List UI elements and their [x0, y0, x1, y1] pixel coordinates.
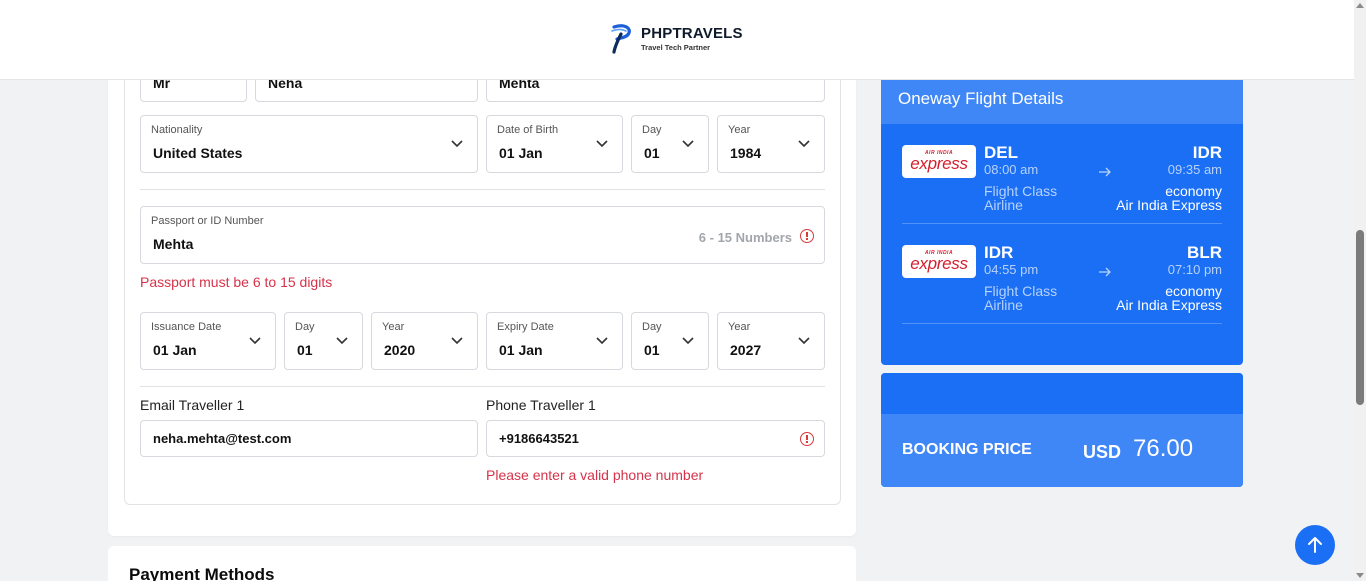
brand-name: PHPTRAVELS: [641, 25, 743, 43]
phone-label: Phone Traveller 1: [486, 397, 596, 413]
divider: [140, 386, 825, 387]
expiry-day-select[interactable]: Day 01: [631, 312, 709, 370]
airline-value: Air India Express: [1116, 297, 1222, 313]
brand-logo[interactable]: PHPTRAVELS Travel Tech Partner: [609, 23, 743, 55]
booking-price-card: BOOKING PRICE USD 76.00: [881, 373, 1243, 487]
site-header: PHPTRAVELS Travel Tech Partner: [0, 0, 1354, 80]
booking-price-row: BOOKING PRICE USD 76.00: [881, 414, 1243, 487]
email-label: Email Traveller 1: [140, 397, 245, 413]
chevron-down-icon: [596, 140, 608, 148]
chevron-down-icon: [798, 140, 810, 148]
issuance-year-label: Year: [382, 321, 405, 333]
dob-month-select[interactable]: Date of Birth 01 Jan: [486, 115, 623, 173]
expiry-day-value: 01: [644, 342, 660, 358]
brand-mark-icon: [611, 24, 631, 54]
to-time: 09:35 am: [1167, 162, 1222, 177]
dob-day-label: Day: [642, 124, 662, 136]
airline-logo-big: express: [910, 154, 968, 173]
dob-month-value: 01 Jan: [499, 145, 543, 161]
from-code: IDR: [984, 243, 1014, 262]
chevron-down-icon: [249, 337, 261, 345]
passport-hint: 6 - 15 Numbers: [698, 230, 792, 245]
dob-year-select[interactable]: Year 1984: [717, 115, 825, 173]
scroll-down-arrow-icon[interactable]: [1356, 573, 1364, 578]
issuance-day-value: 01: [297, 342, 313, 358]
email-value: neha.mehta@test.com: [153, 431, 292, 446]
expiry-year-select[interactable]: Year 2027: [717, 312, 825, 370]
booking-price-amount: 76.00: [1133, 435, 1194, 462]
chevron-down-icon: [451, 337, 463, 345]
back-to-top-button[interactable]: [1295, 525, 1335, 565]
from-time: 04:55 pm: [984, 262, 1039, 277]
dob-year-label: Year: [728, 124, 751, 136]
page-scrollbar[interactable]: [1354, 0, 1366, 581]
expiry-day-label: Day: [642, 321, 662, 333]
chevron-down-icon: [682, 337, 694, 345]
airline-logo: AIR INDIA express: [902, 245, 976, 278]
chevron-down-icon: [336, 337, 348, 345]
chevron-down-icon: [798, 337, 810, 345]
to-code: IDR: [1192, 143, 1222, 162]
scroll-up-arrow-icon[interactable]: [1356, 3, 1364, 8]
brand-tagline: Travel Tech Partner: [641, 43, 711, 53]
divider: [140, 189, 825, 190]
nationality-label: Nationality: [151, 124, 203, 136]
scrollbar-thumb[interactable]: [1356, 230, 1364, 405]
nationality-select[interactable]: Nationality United States: [140, 115, 478, 173]
airline-logo: AIR INDIA express: [902, 145, 976, 178]
email-input[interactable]: neha.mehta@test.com: [140, 420, 478, 457]
passport-label: Passport or ID Number: [151, 215, 264, 227]
phone-input[interactable]: +9186643521: [486, 420, 825, 457]
from-time: 08:00 am: [984, 162, 1039, 177]
booking-price-label: BOOKING PRICE: [902, 441, 1032, 458]
expiry-year-label: Year: [728, 321, 751, 333]
expiry-month-value: 01 Jan: [499, 342, 543, 358]
flight-details-card: Oneway Flight Details AIR INDIA express …: [881, 70, 1243, 365]
airline-label: Airline: [984, 197, 1023, 213]
chevron-down-icon: [682, 140, 694, 148]
issuance-label: Issuance Date: [151, 321, 222, 333]
arrow-right-icon: [1099, 267, 1111, 277]
issuance-year-value: 2020: [384, 342, 416, 358]
expiry-year-value: 2027: [730, 342, 762, 358]
payment-methods-title: Payment Methods: [129, 565, 275, 581]
issuance-day-select[interactable]: Day 01: [284, 312, 363, 370]
phone-value: +9186643521: [499, 431, 579, 446]
booking-price-currency: USD: [1083, 442, 1122, 462]
alert-circle-icon: [800, 432, 814, 446]
chevron-down-icon: [596, 337, 608, 345]
airline-logo-big: express: [910, 254, 968, 273]
airline-value: Air India Express: [1116, 197, 1222, 213]
to-time: 07:10 pm: [1167, 262, 1222, 277]
chevron-down-icon: [451, 140, 463, 148]
dob-day-select[interactable]: Day 01: [631, 115, 709, 173]
nationality-value: United States: [153, 145, 243, 161]
alert-circle-icon: [800, 229, 814, 243]
issuance-month-select[interactable]: Issuance Date 01 Jan: [140, 312, 276, 370]
expiry-month-select[interactable]: Expiry Date 01 Jan: [486, 312, 623, 370]
arrow-up-icon: [1308, 537, 1322, 553]
phone-error: Please enter a valid phone number: [486, 467, 704, 483]
issuance-month-value: 01 Jan: [153, 342, 197, 358]
passport-input[interactable]: Passport or ID Number Mehta 6 - 15 Numbe…: [140, 206, 825, 264]
issuance-day-label: Day: [295, 321, 315, 333]
from-code: DEL: [984, 143, 1018, 162]
flight-segment: AIR INDIA express DEL 08:00 am IDR 09:35…: [902, 124, 1222, 224]
flight-segment: AIR INDIA express IDR 04:55 pm BLR 07:10…: [902, 224, 1222, 324]
to-code: BLR: [1187, 243, 1222, 262]
dob-label: Date of Birth: [497, 124, 559, 136]
passport-value: Mehta: [153, 236, 194, 252]
dob-day-value: 01: [644, 145, 660, 161]
expiry-label: Expiry Date: [497, 321, 554, 333]
passport-error: Passport must be 6 to 15 digits: [140, 274, 333, 290]
issuance-year-select[interactable]: Year 2020: [371, 312, 478, 370]
arrow-right-icon: [1099, 167, 1111, 177]
dob-year-value: 1984: [730, 145, 762, 161]
airline-label: Airline: [984, 297, 1023, 313]
